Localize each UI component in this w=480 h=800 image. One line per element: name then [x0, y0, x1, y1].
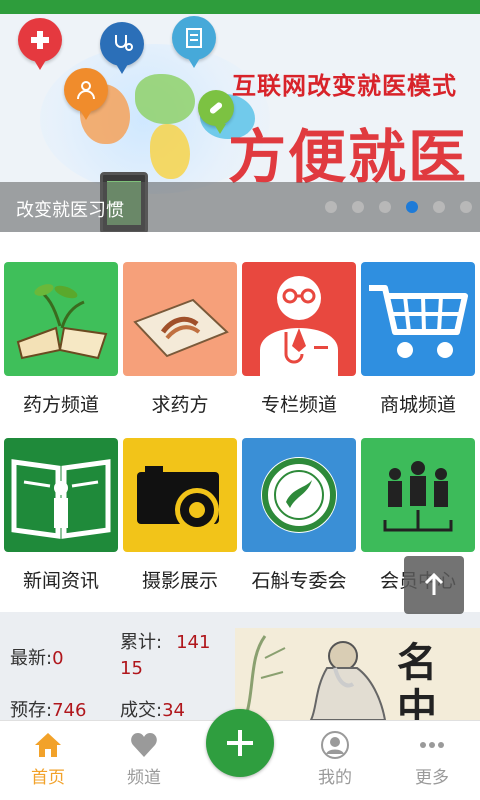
- tab-label: 更多: [415, 768, 449, 788]
- herb-book-icon: [4, 262, 118, 376]
- carousel-dot[interactable]: [433, 201, 445, 213]
- tile-news[interactable]: 新闻资讯: [4, 438, 118, 614]
- bottom-tab-bar: 首页 频道 我的 更多: [0, 709, 480, 800]
- stethoscope-icon: [100, 22, 144, 74]
- stat-value: 746: [52, 700, 87, 721]
- more-dots-icon: [420, 742, 444, 748]
- tile-photo-display[interactable]: 摄影展示: [123, 438, 237, 614]
- tile-label: 药方频道: [22, 394, 99, 416]
- stat-label: 最新:: [10, 648, 53, 669]
- carousel-dot[interactable]: [460, 201, 472, 213]
- tile-label: 专栏频道: [260, 394, 337, 416]
- info-book-icon: [4, 438, 118, 552]
- carousel-dot[interactable]: [379, 201, 391, 213]
- tile-label: 新闻资讯: [22, 570, 99, 592]
- status-bar: [0, 0, 480, 14]
- tab-label: 频道: [127, 768, 161, 788]
- document-icon: [172, 16, 216, 68]
- tab-label: 首页: [31, 768, 65, 788]
- banner-caption: 改变就医习惯: [16, 200, 124, 221]
- tile-dendrobium-committee[interactable]: 石斛专委会: [242, 438, 356, 614]
- ad-painting-image[interactable]: 名 中: [235, 628, 480, 720]
- stat-latest: 最新:0: [10, 644, 64, 670]
- stat-deal: 成交:34: [120, 696, 185, 722]
- members-icon: [361, 438, 475, 552]
- committee-badge-icon: [242, 438, 356, 552]
- home-icon: [35, 733, 61, 757]
- camera-icon: [123, 438, 237, 552]
- carousel-dots: [325, 201, 472, 213]
- tab-more[interactable]: 更多: [397, 731, 467, 788]
- stat-value: 15: [120, 658, 143, 679]
- banner-carousel[interactable]: 互联网改变就医模式 方便就医 改变就医习惯: [0, 14, 480, 232]
- tab-home[interactable]: 首页: [13, 731, 83, 788]
- tab-label: 我的: [318, 768, 352, 788]
- add-button[interactable]: [206, 709, 274, 777]
- carousel-dot[interactable]: [325, 201, 337, 213]
- stat-value: 141: [176, 632, 211, 653]
- medical-cross-icon: [18, 18, 62, 70]
- shopping-cart-icon: [361, 262, 475, 376]
- tile-request-prescription[interactable]: 求药方: [123, 262, 237, 438]
- arrow-up-icon: [424, 572, 444, 595]
- carousel-dot-active[interactable]: [406, 201, 418, 213]
- tile-prescription-channel[interactable]: 药方频道: [4, 262, 118, 438]
- tile-column-channel[interactable]: 专栏频道: [242, 262, 356, 438]
- stat-value: 34: [162, 700, 185, 721]
- stat-label: 预存:: [10, 700, 53, 721]
- tab-mine[interactable]: 我的: [300, 731, 370, 788]
- heart-icon: [131, 733, 157, 757]
- tile-mall-channel[interactable]: 商城频道: [361, 262, 475, 438]
- painting-char: 中: [397, 685, 437, 720]
- tile-label: 石斛专委会: [251, 570, 347, 592]
- stat-label: 成交:: [120, 700, 163, 721]
- stat-stock: 预存:746: [10, 696, 86, 722]
- user-avatar-icon: [321, 731, 349, 759]
- scroll-to-top-button[interactable]: [404, 556, 464, 614]
- tile-label: 摄影展示: [141, 570, 218, 592]
- tile-label: 求药方: [151, 394, 209, 416]
- doctor-icon: [242, 262, 356, 376]
- stats-panel: 最新:0 累计: 141 15 预存:746 成交:34 名 中: [0, 612, 480, 722]
- banner-caption-bar: 改变就医习惯: [0, 182, 480, 232]
- stat-total-cont: 15: [120, 658, 143, 679]
- carousel-dot[interactable]: [352, 201, 364, 213]
- user-icon: [64, 68, 108, 120]
- plus-icon: [227, 730, 253, 756]
- stat-total: 累计: 141: [120, 628, 210, 654]
- tab-channel[interactable]: 频道: [109, 731, 179, 788]
- banner-slogan: 互联网改变就医模式: [232, 72, 457, 100]
- stat-label: 累计:: [120, 632, 163, 653]
- stat-value: 0: [52, 648, 64, 669]
- prescription-paper-icon: [123, 262, 237, 376]
- tile-label: 商城频道: [379, 394, 456, 416]
